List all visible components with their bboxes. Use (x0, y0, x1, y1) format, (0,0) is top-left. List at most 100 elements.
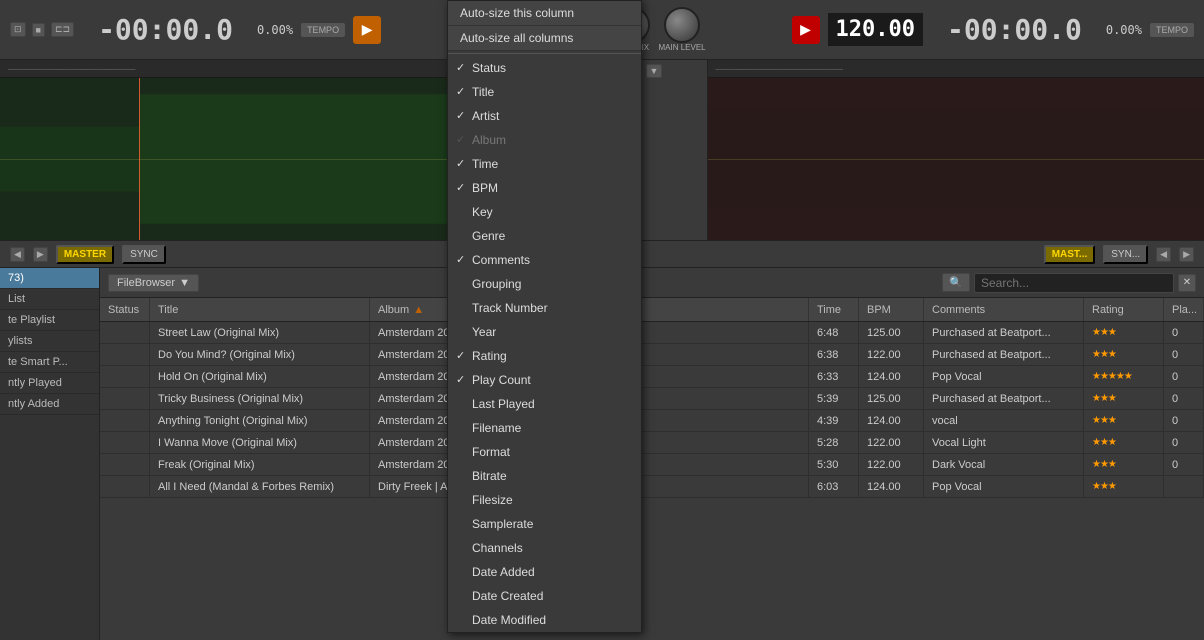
col-title[interactable]: Title (150, 298, 370, 321)
menu-item-auto-size-all[interactable]: Auto-size all columns (448, 26, 641, 51)
main-level-knob[interactable] (664, 7, 700, 43)
main-level-knob-group: MAIN LEVEL (658, 7, 705, 52)
menu-item-auto-size-column[interactable]: Auto-size this column (448, 1, 641, 26)
menu-item-time[interactable]: Time (448, 152, 641, 176)
menu-item-rating[interactable]: Rating (448, 344, 641, 368)
left-prev-btn[interactable]: ◀ (10, 247, 25, 262)
menu-item-artist[interactable]: Artist (448, 104, 641, 128)
left-tempo-btn[interactable]: TEMPO (301, 23, 345, 37)
menu-item-last-played[interactable]: Last Played (448, 392, 641, 416)
menu-item-track-number[interactable]: Track Number (448, 296, 641, 320)
cell-play-4: 0 (1164, 410, 1204, 431)
loop-dropdown[interactable]: ▼ (646, 64, 663, 78)
right-prev-btn[interactable]: ◀ (1156, 247, 1171, 262)
table-row[interactable]: Hold On (Original Mix) Amsterdam 2015 - … (100, 366, 1204, 388)
sidebar-item-recently-added[interactable]: ntly Added (0, 394, 99, 415)
table-row[interactable]: Street Law (Original Mix) Amsterdam 2015… (100, 322, 1204, 344)
sidebar-item-recently-played[interactable]: ntly Played (0, 373, 99, 394)
cell-title-4: Anything Tonight (Original Mix) (150, 410, 370, 431)
right-next-btn[interactable]: ▶ (1179, 247, 1194, 262)
left-waveform[interactable]: ──────────────────── (0, 60, 498, 240)
right-waveform-main[interactable] (708, 78, 1204, 240)
col-bpm[interactable]: BPM (859, 298, 924, 321)
sidebar-item-73[interactable]: 73) (0, 268, 99, 289)
col-rating[interactable]: Rating (1084, 298, 1164, 321)
table-row[interactable]: Freak (Original Mix) Amsterdam 2015 - Se… (100, 454, 1204, 476)
left-next-btn[interactable]: ▶ (33, 247, 48, 262)
search-container (974, 273, 1174, 293)
table-row[interactable]: I Wanna Move (Original Mix) Amsterdam 20… (100, 432, 1204, 454)
expand-btn[interactable]: ⊡ (10, 22, 26, 37)
cell-bpm-7: 124.00 (859, 476, 924, 497)
col-status[interactable]: Status (100, 298, 150, 321)
menu-item-filesize[interactable]: Filesize (448, 488, 641, 512)
cell-play-2: 0 (1164, 366, 1204, 387)
sync-btn[interactable]: SYNC (122, 245, 166, 264)
cell-comments-0: Purchased at Beatport... (924, 322, 1084, 343)
menu-item-channels[interactable]: Channels (448, 536, 641, 560)
search-input[interactable] (981, 276, 1167, 290)
right-sync-btn[interactable]: SYN... (1103, 245, 1148, 264)
menu-item-grouping[interactable]: Grouping (448, 272, 641, 296)
search-btn[interactable]: 🔍 (942, 273, 970, 292)
cell-status-3 (100, 388, 150, 409)
cell-comments-5: Vocal Light (924, 432, 1084, 453)
search-bar[interactable] (974, 273, 1174, 293)
table-row[interactable]: Do You Mind? (Original Mix) Amsterdam 20… (100, 344, 1204, 366)
menu-item-format[interactable]: Format (448, 440, 641, 464)
menu-item-bpm[interactable]: BPM (448, 176, 641, 200)
main-level-label: MAIN LEVEL (658, 43, 705, 52)
menu-item-status[interactable]: Status (448, 56, 641, 80)
cell-comments-6: Dark Vocal (924, 454, 1084, 475)
table-row[interactable]: Tricky Business (Original Mix) Amsterdam… (100, 388, 1204, 410)
left-deck-icon[interactable]: ▶ (353, 16, 381, 44)
col-comments[interactable]: Comments (924, 298, 1084, 321)
cell-title-0: Street Law (Original Mix) (150, 322, 370, 343)
right-waveform[interactable]: ──────────────────── (708, 60, 1204, 240)
stop-btn[interactable]: ■ (32, 23, 45, 37)
cell-play-7 (1164, 476, 1204, 497)
table-row[interactable]: All I Need (Mandal & Forbes Remix) Dirty… (100, 476, 1204, 498)
sidebar-item-smart[interactable]: te Smart P... (0, 352, 99, 373)
menu-item-genre[interactable]: Genre (448, 224, 641, 248)
master-btn[interactable]: MASTER (56, 245, 114, 264)
col-time[interactable]: Time (809, 298, 859, 321)
menu-item-samplerate[interactable]: Samplerate (448, 512, 641, 536)
bpm-display: 120.00 (828, 13, 923, 46)
cell-time-7: 6:03 (809, 476, 859, 497)
menu-item-filename[interactable]: Filename (448, 416, 641, 440)
menu-item-bitrate[interactable]: Bitrate (448, 464, 641, 488)
right-tempo-label: TEMPO (1156, 25, 1188, 35)
right-tempo-btn[interactable]: TEMPO (1150, 23, 1194, 37)
browser-toolbar: FileBrowser ▼ 🔍 ✕ (100, 268, 1204, 298)
file-browser-btn[interactable]: FileBrowser ▼ (108, 274, 199, 292)
record-btn[interactable]: ⊏⊐ (51, 22, 74, 37)
close-search-btn[interactable]: ✕ (1178, 274, 1196, 292)
sidebar-item-playlists[interactable]: ylists (0, 331, 99, 352)
menu-item-date-added[interactable]: Date Added (448, 560, 641, 584)
menu-item-album[interactable]: ✓ Album (448, 128, 641, 152)
right-deck-icon[interactable]: ▶ (792, 16, 820, 44)
cell-play-6: 0 (1164, 454, 1204, 475)
menu-item-date-created[interactable]: Date Created (448, 584, 641, 608)
cell-rating-4: ★★★ (1084, 410, 1164, 431)
sidebar-item-list[interactable]: List (0, 289, 99, 310)
menu-item-play-count[interactable]: Play Count (448, 368, 641, 392)
menu-item-comments[interactable]: Comments (448, 248, 641, 272)
right-waveform-time: ──────────────────── (716, 64, 844, 74)
left-time-display: -00:00.0 (82, 5, 249, 54)
cell-title-3: Tricky Business (Original Mix) (150, 388, 370, 409)
table-row[interactable]: Anything Tonight (Original Mix) Amsterda… (100, 410, 1204, 432)
left-waveform-main[interactable] (0, 78, 497, 240)
right-master-btn[interactable]: MAST... (1044, 245, 1096, 264)
right-time-area: ▶ 120.00 -00:00.0 0.00% TEMPO (714, 5, 1194, 54)
cell-play-3: 0 (1164, 388, 1204, 409)
cell-comments-4: vocal (924, 410, 1084, 431)
sidebar-item-create-playlist[interactable]: te Playlist (0, 310, 99, 331)
menu-item-year[interactable]: Year (448, 320, 641, 344)
col-play[interactable]: Pla... (1164, 298, 1204, 321)
left-tempo-label: TEMPO (307, 25, 339, 35)
menu-item-key[interactable]: Key (448, 200, 641, 224)
menu-item-title[interactable]: Title (448, 80, 641, 104)
menu-item-date-modified[interactable]: Date Modified (448, 608, 641, 632)
